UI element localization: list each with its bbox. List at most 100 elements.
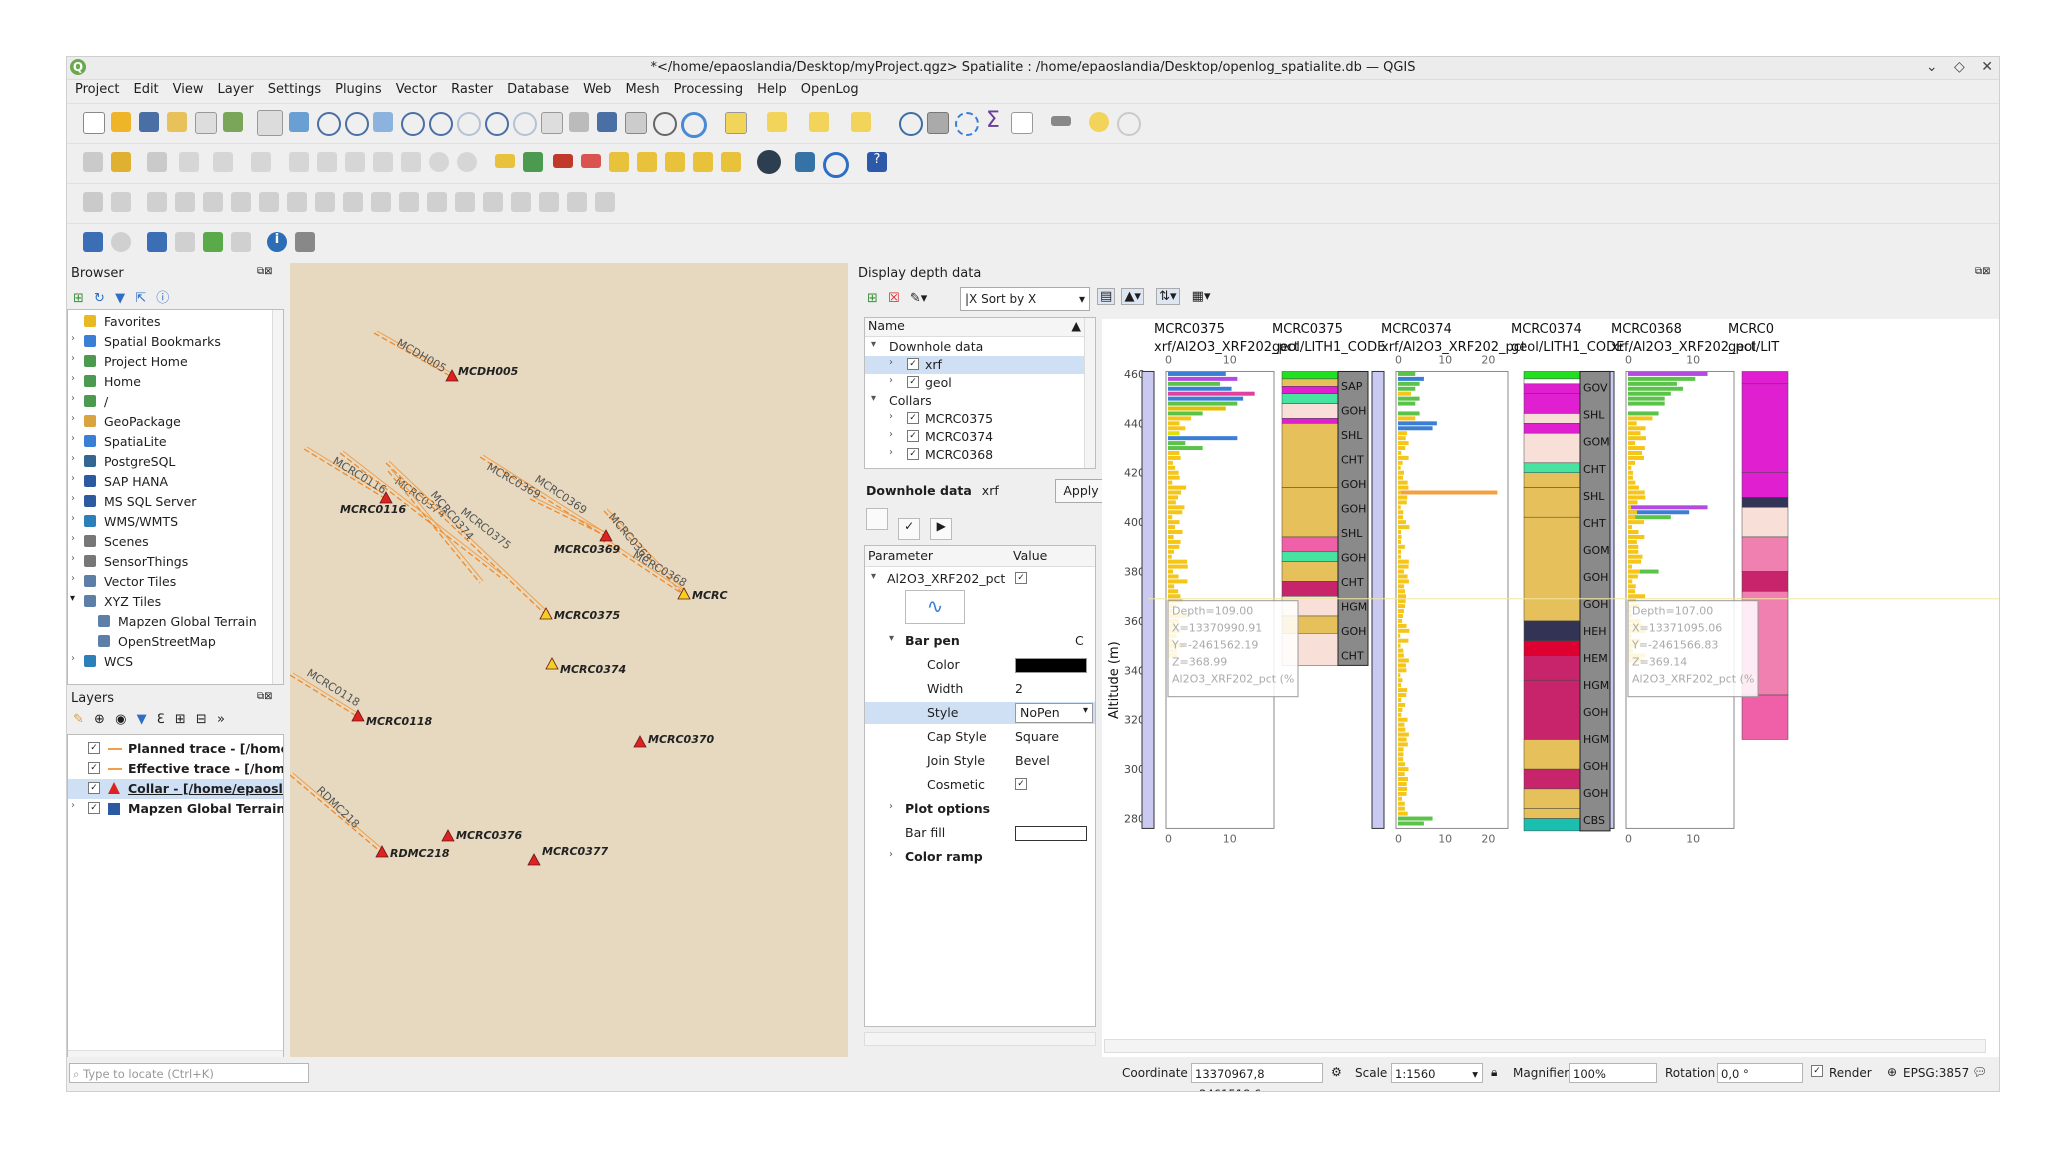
expand-arrow-icon[interactable]: › bbox=[71, 433, 75, 444]
pan-tool-icon[interactable] bbox=[257, 110, 283, 136]
layers-dock-controls[interactable]: ⧉⊠ bbox=[257, 691, 273, 702]
browser-item[interactable]: › Project Home bbox=[68, 352, 283, 372]
browser-item[interactable]: › PostgreSQL bbox=[68, 452, 283, 472]
map-tips-icon[interactable] bbox=[1089, 112, 1109, 132]
magnifier-field[interactable]: 100% bbox=[1569, 1063, 1657, 1083]
zoom-in-icon[interactable] bbox=[317, 112, 341, 136]
expand-arrow-icon[interactable]: › bbox=[889, 411, 893, 422]
select-features-icon[interactable] bbox=[725, 112, 747, 134]
new-project-icon[interactable] bbox=[83, 112, 105, 134]
plots-area[interactable]: MCRC0375 xrf/Al2O3_XRF202_pct MCRC0375 geol… bbox=[1102, 319, 1999, 1079]
param-row[interactable]: › Color ramp bbox=[865, 846, 1095, 868]
collapse-arrow-icon[interactable]: ▾ bbox=[871, 339, 876, 350]
pan-to-selection-icon[interactable] bbox=[289, 112, 309, 132]
expand-arrow-icon[interactable]: › bbox=[889, 375, 893, 386]
browser-item[interactable]: › SpatiaLite bbox=[68, 432, 283, 452]
save-project-icon[interactable] bbox=[139, 112, 159, 132]
wrench-icon[interactable] bbox=[295, 232, 315, 252]
menu-web[interactable]: Web bbox=[575, 79, 617, 97]
simplify-icon[interactable] bbox=[399, 192, 419, 212]
color-swatch[interactable] bbox=[1015, 658, 1087, 673]
menu-view[interactable]: View bbox=[165, 79, 210, 97]
expand-arrow-icon[interactable]: › bbox=[71, 800, 75, 811]
play-icon[interactable]: ▶ bbox=[930, 518, 953, 540]
delete-selected-icon[interactable] bbox=[317, 152, 337, 172]
split-features-icon[interactable] bbox=[427, 192, 447, 212]
snap-crosshair-icon[interactable] bbox=[111, 232, 131, 252]
browser-scrollbar[interactable] bbox=[272, 310, 283, 684]
save-edits-icon[interactable] bbox=[147, 152, 167, 172]
print-layout-icon[interactable] bbox=[195, 112, 217, 134]
tree-item-checkbox[interactable]: ✓ bbox=[907, 358, 919, 370]
param-row[interactable]: ▾ Bar pen C bbox=[865, 630, 1095, 652]
close-icon[interactable]: ✕ bbox=[1981, 59, 1993, 75]
reload-plugin-icon[interactable] bbox=[823, 152, 849, 178]
tree-scrollbar[interactable] bbox=[1084, 318, 1095, 468]
collapse-all-icon[interactable]: ⇱ bbox=[135, 291, 146, 306]
browser-item[interactable]: Favorites bbox=[68, 312, 283, 332]
attribute-table-open-icon[interactable] bbox=[1011, 112, 1033, 134]
layer-item[interactable]: ✓ Collar - [/home/epaosla bbox=[68, 779, 283, 799]
zoom-selection-icon[interactable] bbox=[401, 112, 425, 136]
maximize-icon[interactable]: ◇ bbox=[1954, 59, 1965, 75]
param-row[interactable]: › Plot options bbox=[865, 798, 1095, 820]
new-map-view-icon[interactable] bbox=[541, 112, 563, 134]
expand-arrow-icon[interactable]: › bbox=[71, 573, 75, 584]
browser-item[interactable]: › WCS bbox=[68, 652, 283, 672]
show-hide-labels-icon[interactable] bbox=[609, 152, 629, 172]
add-ring-icon[interactable] bbox=[147, 192, 167, 212]
collapse-layers-icon[interactable]: ⊟ bbox=[196, 712, 207, 727]
param-row[interactable]: Bar fill bbox=[865, 822, 1095, 844]
merge-features-icon[interactable] bbox=[483, 192, 503, 212]
rotate-point-symbols-icon[interactable] bbox=[539, 192, 559, 212]
param-row[interactable]: ▾ Al2O3_XRF202_pct ✓ bbox=[865, 568, 1095, 590]
change-label-icon[interactable] bbox=[693, 152, 713, 172]
move-label-icon[interactable] bbox=[637, 152, 657, 172]
apply-button[interactable]: Apply bbox=[1055, 479, 1107, 503]
bookmark-icon[interactable] bbox=[597, 112, 617, 132]
select-location-icon[interactable] bbox=[851, 112, 871, 132]
digitize-line-icon[interactable] bbox=[179, 152, 199, 172]
merge-attributes-icon[interactable] bbox=[511, 192, 531, 212]
plots-h-scrollbar[interactable] bbox=[1104, 1039, 1986, 1053]
browser-item[interactable]: › GeoPackage bbox=[68, 412, 283, 432]
label-properties-icon[interactable] bbox=[721, 152, 741, 172]
layer-styling-icon[interactable]: ✎ bbox=[73, 712, 84, 727]
cut-icon[interactable] bbox=[345, 152, 365, 172]
collapse-arrow-icon[interactable]: ▾ bbox=[889, 633, 894, 644]
collar-triangle-icon[interactable] bbox=[441, 829, 455, 842]
zoom-last-icon[interactable] bbox=[485, 112, 509, 136]
openlog-globe-icon[interactable] bbox=[757, 150, 781, 174]
reverse-line-icon[interactable] bbox=[343, 192, 363, 212]
layer-visibility-checkbox[interactable]: ✓ bbox=[88, 802, 100, 814]
filter-expression-icon[interactable]: ℇ bbox=[157, 712, 165, 727]
curve-preview-icon[interactable]: ∿ bbox=[905, 590, 965, 624]
messages-icon[interactable]: 💬︎ bbox=[1972, 1065, 1987, 1079]
add-selected-icon[interactable]: ⊞ bbox=[73, 291, 84, 306]
menu-edit[interactable]: Edit bbox=[125, 79, 164, 97]
style-manager-icon[interactable] bbox=[223, 112, 243, 132]
collar-triangle-icon[interactable] bbox=[545, 657, 559, 670]
add-plot-icon[interactable]: ⊞ bbox=[867, 291, 878, 306]
expand-arrow-icon[interactable]: › bbox=[71, 353, 75, 364]
param-row[interactable]: Color bbox=[865, 654, 1095, 676]
new-3d-view-icon[interactable] bbox=[569, 112, 589, 132]
more-layers-icon[interactable]: » bbox=[217, 712, 225, 727]
tree-item-checkbox[interactable]: ✓ bbox=[907, 412, 919, 424]
scale-field[interactable]: 1:1560 ▾ bbox=[1391, 1063, 1483, 1083]
zoom-next-icon[interactable] bbox=[513, 112, 537, 136]
layer-visibility-checkbox[interactable]: ✓ bbox=[88, 762, 100, 774]
crs-globe-icon[interactable]: ⊕ bbox=[1887, 1065, 1897, 1079]
offset-point-symbols-icon[interactable] bbox=[567, 192, 587, 212]
rotation-field[interactable]: 0,0 ° bbox=[1717, 1063, 1803, 1083]
collar-triangle-icon[interactable] bbox=[527, 853, 541, 866]
save-as-icon[interactable] bbox=[167, 112, 187, 132]
minimize-icon[interactable]: ⌄ bbox=[1926, 59, 1938, 75]
render-checkbox[interactable]: ✓ bbox=[1811, 1065, 1823, 1077]
rotate-feature-icon[interactable] bbox=[595, 192, 615, 212]
expand-arrow-icon[interactable]: › bbox=[71, 473, 75, 484]
param-h-scrollbar[interactable] bbox=[864, 1032, 1096, 1046]
layer-item[interactable]: ✓ Effective trace - [/home bbox=[68, 759, 283, 779]
expand-arrow-icon[interactable]: ▾ bbox=[70, 593, 75, 604]
browser-item[interactable]: › SensorThings bbox=[68, 552, 283, 572]
